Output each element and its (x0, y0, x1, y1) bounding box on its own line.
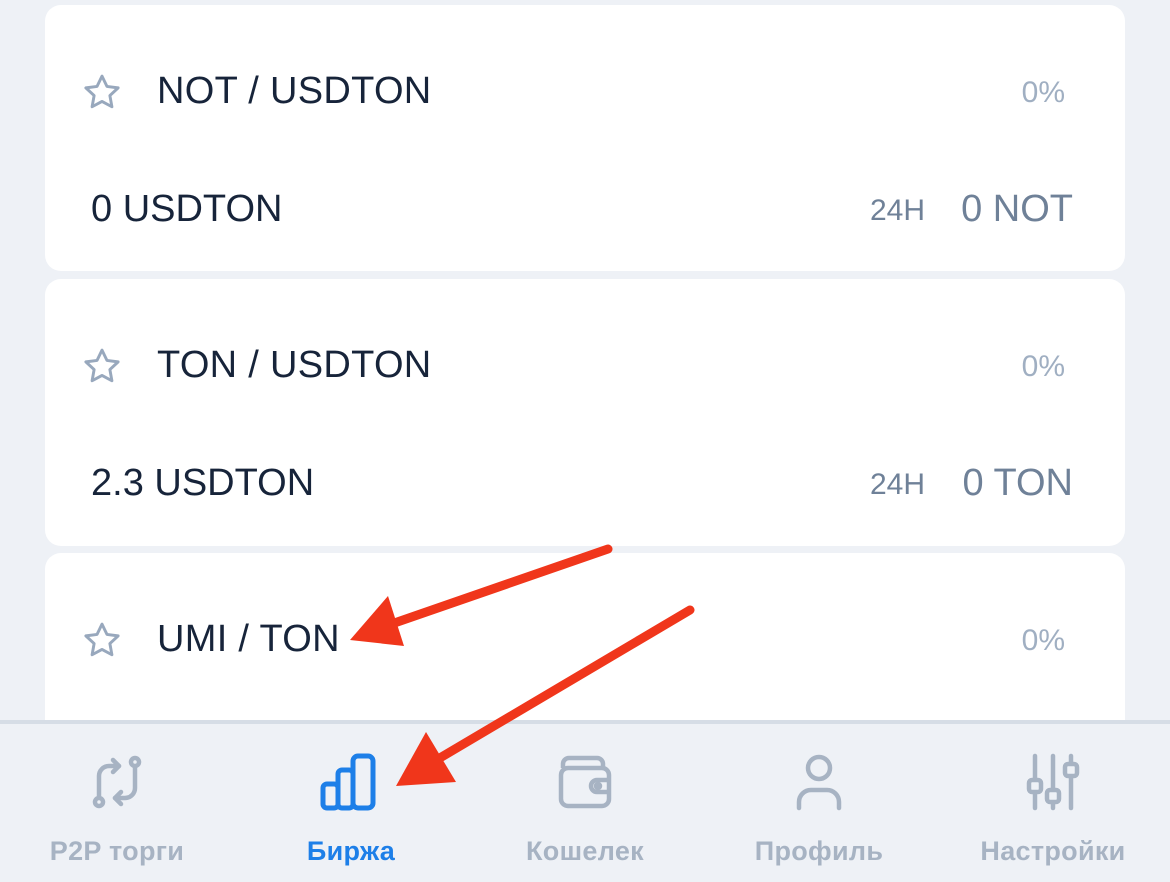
favorite-star-icon[interactable] (80, 345, 124, 389)
wallet-icon (553, 750, 617, 814)
favorite-star-icon[interactable] (80, 71, 124, 115)
pair-name: NOT / USDTON (157, 70, 432, 112)
nav-label: P2P торги (49, 836, 185, 866)
profile-icon (787, 750, 851, 814)
nav-label: Биржа (306, 836, 396, 866)
nav-item-wallet[interactable]: Кошелек (468, 724, 702, 882)
nav-label: Профиль (754, 836, 884, 866)
settings-sliders-icon (1021, 750, 1085, 814)
nav-item-p2p[interactable]: P2P торги (0, 724, 234, 882)
nav-item-exchange[interactable]: Биржа (234, 724, 468, 882)
nav-item-settings[interactable]: Настройки (936, 724, 1170, 882)
nav-label: Кошелек (526, 836, 644, 866)
bottom-nav-bar: P2P торги Биржа Кошелек Профиль Настройк… (0, 720, 1170, 882)
last-price: 0 USDTON (91, 188, 283, 230)
change-percent: 0% (1021, 350, 1065, 383)
pair-name: UMI / TON (157, 618, 340, 660)
favorite-star-icon[interactable] (80, 619, 124, 663)
volume-period: 24H (869, 468, 925, 501)
exchange-chart-icon (319, 750, 383, 814)
change-percent: 0% (1021, 76, 1065, 109)
change-percent: 0% (1021, 624, 1065, 657)
volume-24h: 0 NOT (961, 188, 1073, 230)
market-card-not-usdton[interactable]: NOT / USDTON 0% 0 USDTON 24H 0 NOT (45, 5, 1125, 271)
last-price: 2.3 USDTON (91, 462, 315, 504)
pair-name: TON / USDTON (157, 344, 432, 386)
volume-period: 24H (869, 194, 925, 227)
exchange-screen: NOT / USDTON 0% 0 USDTON 24H 0 NOT TON /… (0, 0, 1170, 882)
nav-label: Настройки (980, 836, 1126, 866)
nav-item-profile[interactable]: Профиль (702, 724, 936, 882)
market-card-ton-usdton[interactable]: TON / USDTON 0% 2.3 USDTON 24H 0 TON (45, 279, 1125, 546)
p2p-swap-icon (85, 750, 149, 814)
volume-24h: 0 TON (962, 462, 1073, 504)
